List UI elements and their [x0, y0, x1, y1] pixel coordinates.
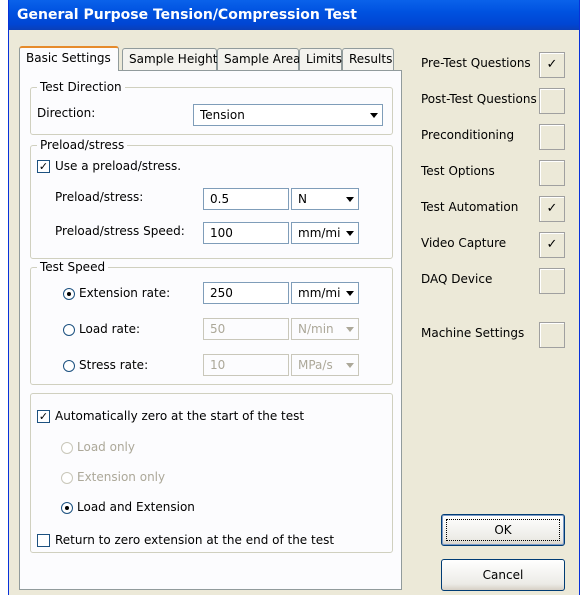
direction-select[interactable]: Tension [193, 104, 383, 126]
preload-speed-unit-value: mm/mi [298, 226, 341, 240]
auto-zero-checkbox[interactable]: ✓ [37, 410, 50, 423]
tab-results[interactable]: Results [342, 48, 394, 70]
stress-rate-input: 10 [203, 354, 289, 376]
post-test-questions-label: Post-Test Questions [421, 92, 537, 106]
use-preload-checkbox[interactable]: ✓ [37, 160, 50, 173]
stress-rate-radio[interactable] [63, 360, 75, 372]
chevron-down-icon [342, 223, 358, 243]
use-preload-label: Use a preload/stress. [55, 159, 182, 173]
preload-speed-input[interactable]: 100 [203, 222, 289, 244]
preload-speed-label: Preload/stress Speed: [55, 224, 185, 238]
chevron-down-icon [342, 283, 358, 303]
basic-settings-panel: Test Direction Direction: Tension Preloa… [19, 70, 402, 590]
machine-settings-label: Machine Settings [421, 326, 525, 340]
focus-rect [446, 519, 560, 541]
load-and-extension-radio[interactable] [61, 502, 73, 514]
video-capture-label: Video Capture [421, 236, 507, 250]
load-rate-label: Load rate: [79, 322, 141, 336]
preload-label: Preload/stress: [55, 190, 144, 204]
extension-only-label: Extension only [77, 470, 166, 484]
stress-rate-unit-value: MPa/s [298, 358, 333, 372]
extension-rate-radio[interactable] [63, 288, 75, 300]
load-only-label: Load only [77, 440, 135, 454]
load-rate-input: 50 [203, 318, 289, 340]
test-direction-group: Test Direction Direction: Tension [30, 80, 393, 135]
preload-unit-value: N [298, 192, 307, 206]
load-only-radio [61, 442, 73, 454]
extension-only-radio [61, 472, 73, 484]
post-test-questions-toggle[interactable] [539, 88, 565, 114]
extension-rate-input[interactable]: 250 [203, 282, 289, 304]
preload-unit-select[interactable]: N [291, 188, 359, 210]
video-capture-toggle[interactable]: ✓ [539, 232, 565, 258]
return-to-zero-checkbox[interactable] [37, 534, 50, 547]
test-direction-legend: Test Direction [37, 80, 125, 94]
cancel-button[interactable]: Cancel [441, 559, 565, 591]
extension-rate-unit-select[interactable]: mm/mi [291, 282, 359, 304]
auto-zero-label: Automatically zero at the start of the t… [55, 409, 305, 423]
test-speed-group: Test Speed Extension rate: 250 mm/mi Loa… [30, 260, 393, 385]
pre-test-questions-label: Pre-Test Questions [421, 56, 531, 70]
tab-basic-settings[interactable]: Basic Settings [19, 46, 119, 71]
title-bar: General Purpose Tension/Compression Test [9, 0, 579, 30]
chevron-down-icon [342, 189, 358, 209]
direction-value: Tension [200, 108, 245, 122]
test-speed-legend: Test Speed [37, 260, 109, 274]
preconditioning-toggle[interactable] [539, 124, 565, 150]
dialog-window: General Purpose Tension/Compression Test… [8, 0, 580, 595]
load-rate-unit-select: N/min [291, 318, 359, 340]
test-automation-toggle[interactable]: ✓ [539, 196, 565, 222]
daq-device-label: DAQ Device [421, 272, 493, 286]
load-rate-unit-value: N/min [298, 322, 334, 336]
load-and-extension-label: Load and Extension [77, 500, 195, 514]
preload-speed-unit-select[interactable]: mm/mi [291, 222, 359, 244]
preload-group: Preload/stress ✓ Use a preload/stress. P… [30, 138, 393, 259]
preconditioning-label: Preconditioning [421, 128, 515, 142]
cancel-button-label: Cancel [482, 568, 524, 582]
tab-limits[interactable]: Limits [299, 48, 342, 70]
chevron-down-icon [342, 355, 358, 375]
return-to-zero-label: Return to zero extension at the end of t… [55, 533, 335, 547]
load-rate-radio[interactable] [63, 324, 75, 336]
direction-label: Direction: [37, 106, 96, 120]
daq-device-toggle[interactable] [539, 268, 565, 294]
preload-legend: Preload/stress [37, 138, 128, 152]
auto-zero-group: ✓ Automatically zero at the start of the… [30, 393, 393, 553]
extension-rate-label: Extension rate: [79, 286, 171, 300]
chevron-down-icon [366, 105, 382, 125]
stress-rate-unit-select: MPa/s [291, 354, 359, 376]
tab-sample-area[interactable]: Sample Area [217, 48, 300, 70]
test-options-toggle[interactable] [539, 160, 565, 186]
test-options-label: Test Options [421, 164, 495, 178]
chevron-down-icon [342, 319, 358, 339]
ok-button[interactable]: OK [441, 514, 565, 546]
tab-sample-height[interactable]: Sample Height [122, 48, 217, 70]
extension-rate-unit-value: mm/mi [298, 286, 341, 300]
preload-input[interactable]: 0.5 [203, 188, 289, 210]
pre-test-questions-toggle[interactable]: ✓ [539, 52, 565, 78]
test-automation-label: Test Automation [421, 200, 519, 214]
machine-settings-toggle[interactable] [539, 322, 565, 348]
stress-rate-label: Stress rate: [79, 358, 149, 372]
